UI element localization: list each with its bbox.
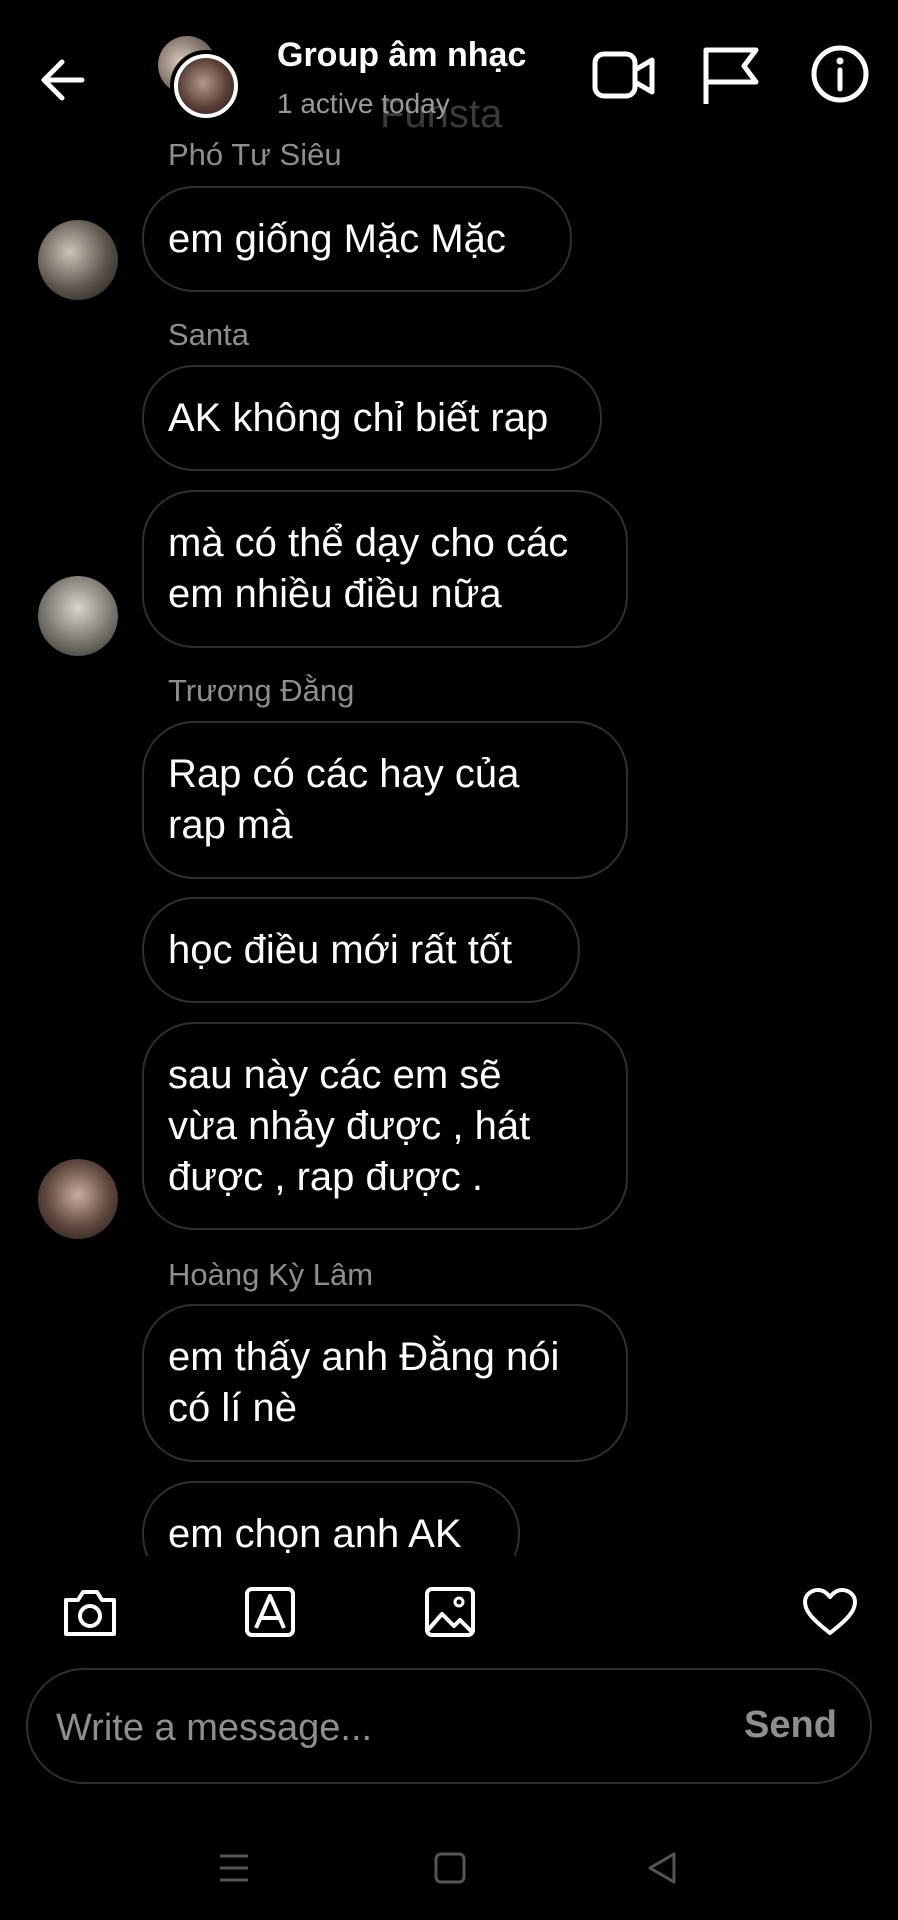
image-gallery-icon <box>425 1587 475 1637</box>
message-text-line: vừa nhảy được , hát <box>168 1103 531 1148</box>
message-bubble[interactable]: AK không chỉ biết rap <box>142 365 602 471</box>
report-button[interactable] <box>700 46 760 106</box>
message-text-line: có lí nè <box>168 1386 297 1430</box>
send-button[interactable]: Send <box>744 1704 837 1747</box>
message-input[interactable] <box>56 1704 696 1752</box>
message-bubble[interactable]: học điều mới rất tốt <box>142 897 580 1003</box>
message-bubble[interactable]: sau này các em sẽ vừa nhảy được , hát đư… <box>142 1022 628 1230</box>
info-icon <box>811 45 869 103</box>
avatar[interactable] <box>38 1159 118 1239</box>
flag-icon <box>703 47 759 104</box>
message-bubble[interactable]: Rap có các hay của rap mà <box>142 721 628 879</box>
message-text-line: Rap có các hay của <box>168 752 520 796</box>
sender-name: Trương Đằng <box>168 673 355 708</box>
recent-apps-icon <box>220 1854 248 1882</box>
sender-name: Phó Tư Siêu <box>168 137 342 172</box>
home-square-icon <box>434 1852 466 1884</box>
message-text-line: em nhiều điều nữa <box>168 572 502 616</box>
message-text: em giống Mặc Mặc <box>168 216 506 261</box>
sender-name: Santa <box>168 317 250 352</box>
message-text: học điều mới rất tốt <box>168 927 513 972</box>
chat-title[interactable]: Group âm nhạc <box>277 36 526 75</box>
message-text-line: sau này các em sẽ <box>168 1052 502 1097</box>
message-text: em chọn anh AK <box>168 1511 462 1556</box>
message-text-line: rap mà <box>168 803 293 847</box>
details-button[interactable] <box>810 44 870 104</box>
avatar[interactable] <box>38 220 118 300</box>
heart-icon <box>803 1588 857 1635</box>
gallery-button[interactable] <box>420 1582 480 1642</box>
like-button[interactable] <box>800 1582 860 1642</box>
avatar[interactable] <box>38 576 118 656</box>
message-bubble[interactable]: em giống Mặc Mặc <box>142 186 572 292</box>
message-text-line: em thấy anh Đằng nói <box>168 1335 560 1379</box>
message-text-line: mà có thể dạy cho các <box>168 521 569 565</box>
sticker-a-icon <box>245 1587 295 1637</box>
message-bubble[interactable]: em thấy anh Đằng nói có lí nè <box>142 1304 628 1462</box>
sender-name: Hoàng Kỳ Lâm <box>168 1257 374 1292</box>
group-avatar[interactable] <box>154 36 244 126</box>
camera-button[interactable] <box>60 1582 120 1642</box>
message-text-line: được , rap được . <box>168 1154 483 1199</box>
group-avatar-front <box>170 50 242 122</box>
video-camera-icon <box>592 51 655 99</box>
back-triangle-icon <box>648 1852 676 1884</box>
home-button[interactable] <box>432 1850 468 1886</box>
message-text: AK không chỉ biết rap <box>168 395 549 440</box>
active-status: 1 active today <box>277 88 450 119</box>
back-button[interactable] <box>36 52 92 108</box>
arrow-left-icon <box>41 59 85 101</box>
system-back-button[interactable] <box>644 1850 680 1886</box>
camera-icon <box>64 1590 116 1636</box>
video-call-button[interactable] <box>592 48 656 104</box>
sticker-button[interactable] <box>240 1582 300 1642</box>
message-bubble[interactable]: mà có thể dạy cho các em nhiều điều nữa <box>142 490 628 648</box>
recent-apps-button[interactable] <box>216 1850 252 1886</box>
